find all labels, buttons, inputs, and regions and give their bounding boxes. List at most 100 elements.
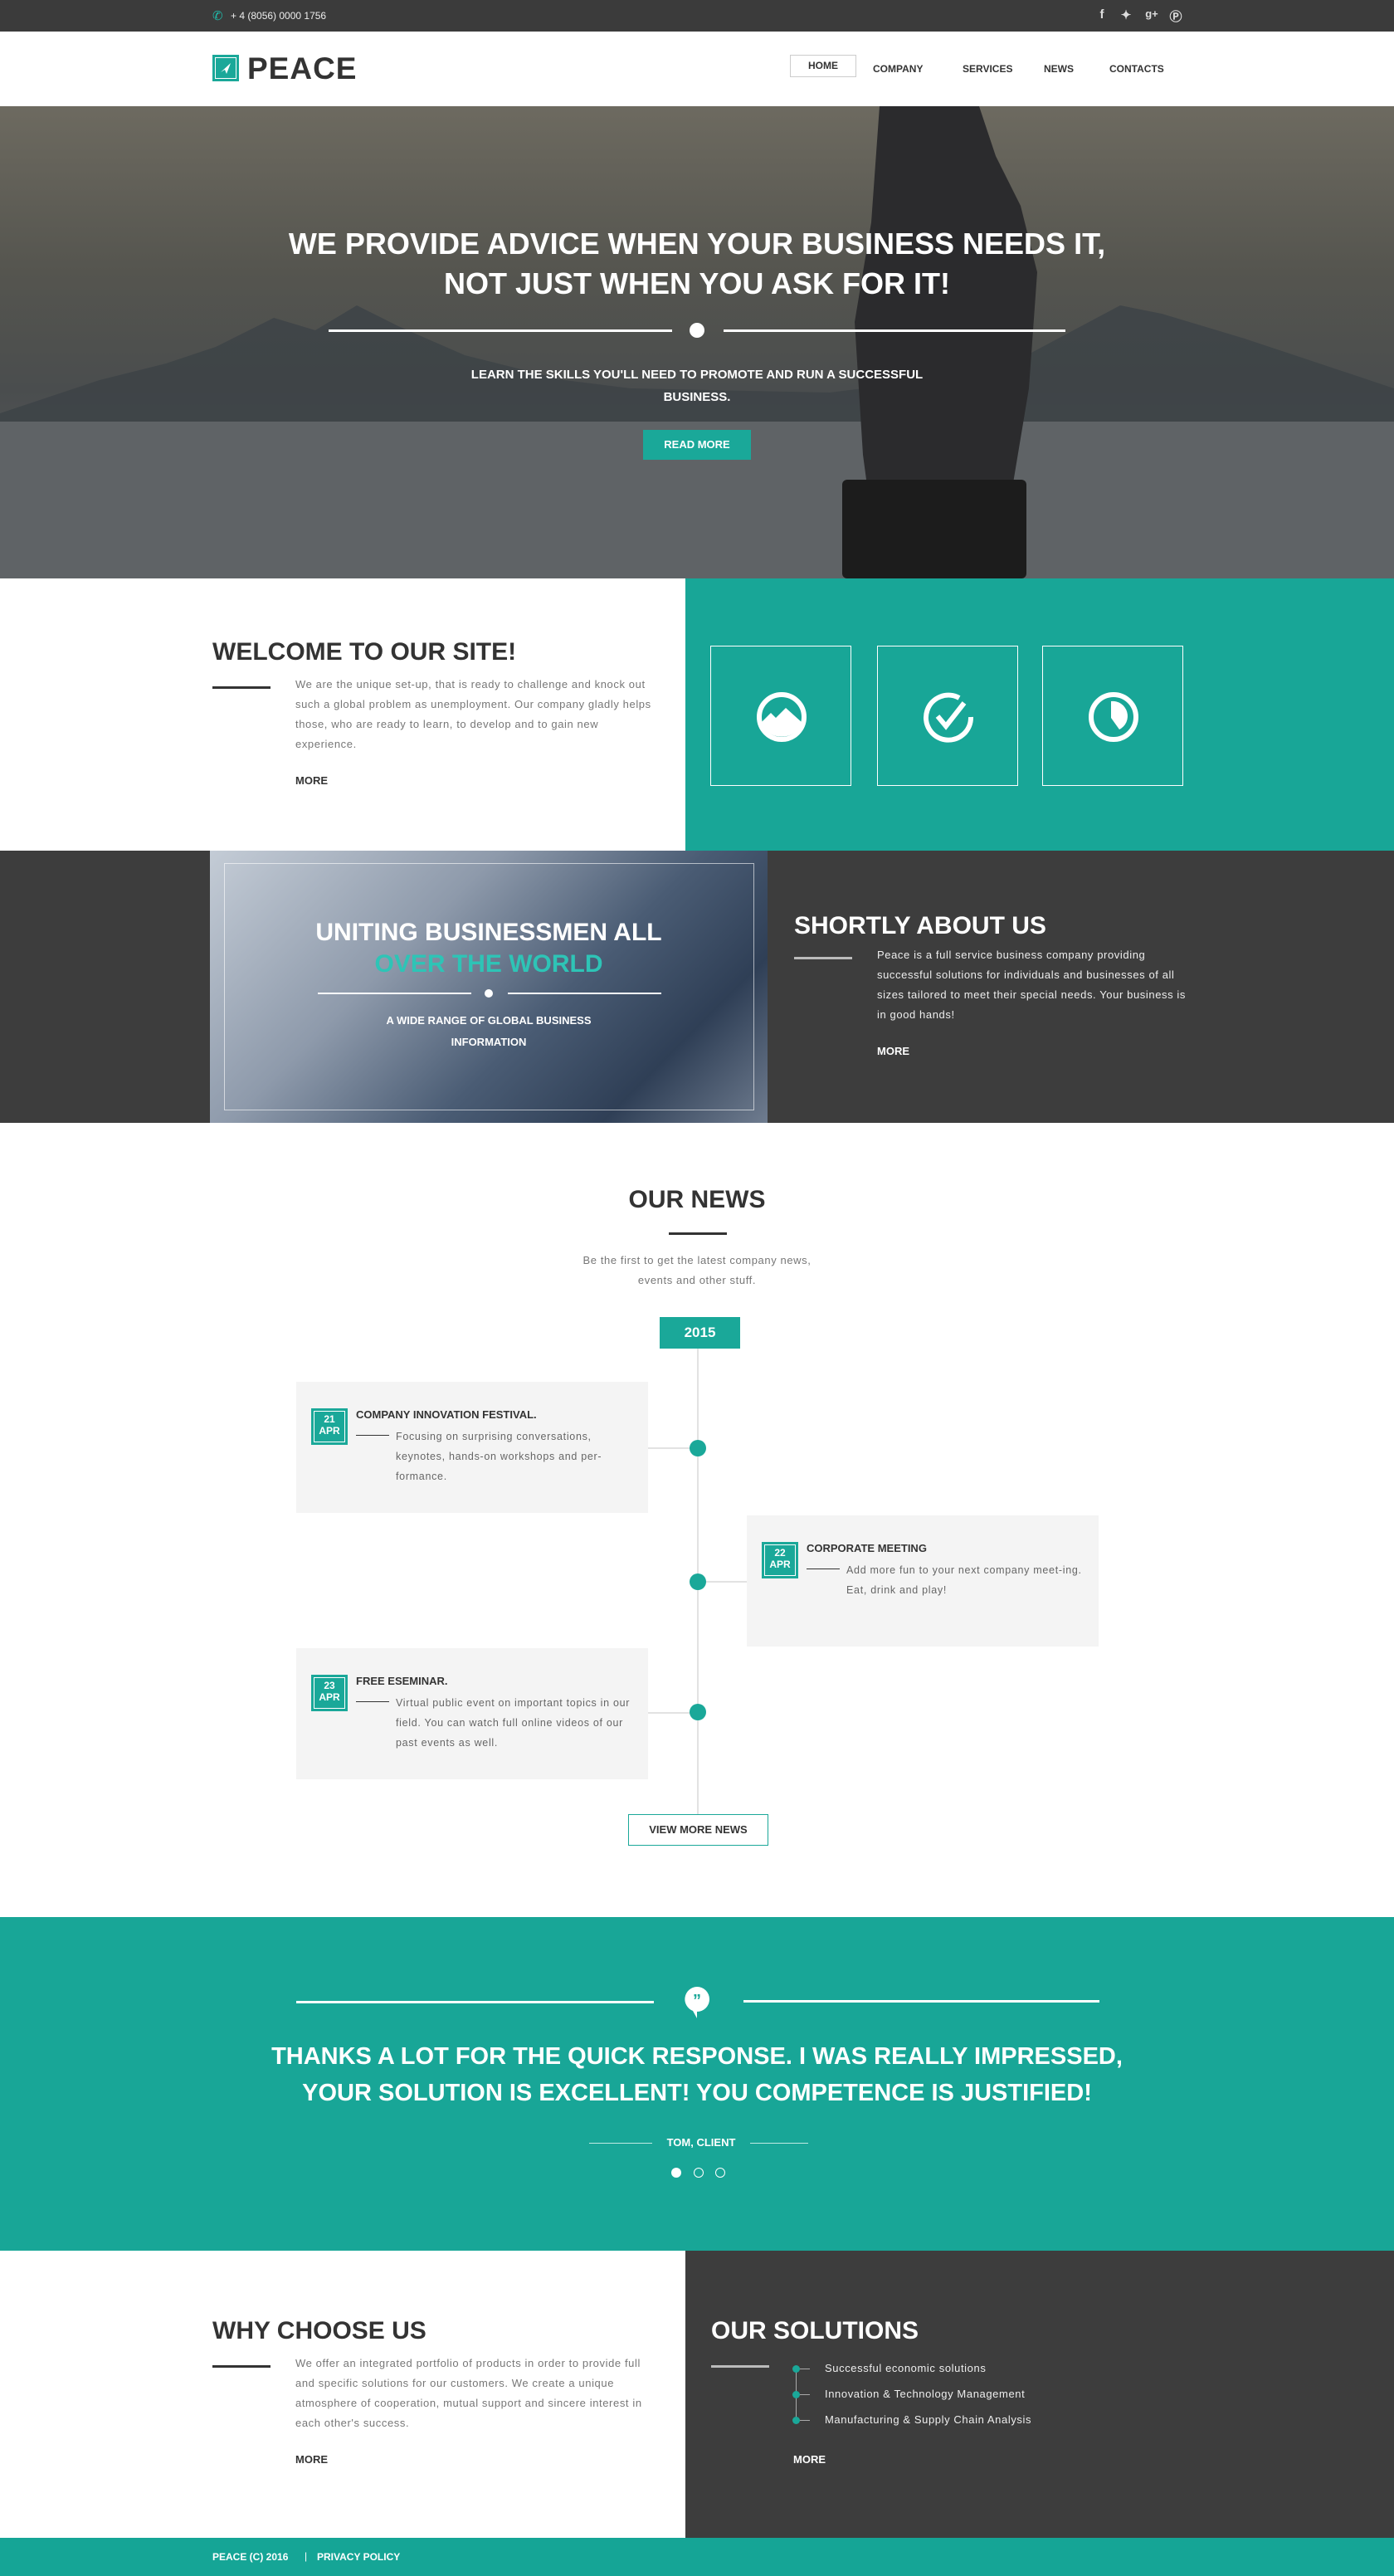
divider xyxy=(711,2365,769,2368)
phone-icon: ✆ xyxy=(212,9,223,23)
site-header: PEACE HOME COMPANY SERVICES NEWS CONTACT… xyxy=(0,32,1394,106)
news-card[interactable]: 21 APR COMPANY INNOVATION FESTIVAL. Focus… xyxy=(296,1382,648,1513)
pinterest-icon[interactable]: Ⓟ xyxy=(1167,7,1184,25)
divider xyxy=(743,2000,1099,2003)
welcome-section: WELCOME TO OUR SITE! We are the unique s… xyxy=(0,578,1394,851)
divider xyxy=(212,686,271,689)
read-more-button[interactable]: READ MORE xyxy=(643,430,751,460)
news-subtitle: Be the first to get the latest company n… xyxy=(582,1254,812,1286)
banner-title-line1: UNITING BUSINESSMEN ALL xyxy=(315,919,662,946)
quote-icon: ” xyxy=(685,1987,709,2018)
hero-banner: WE PROVIDE ADVICE WHEN YOUR BUSINESS NEE… xyxy=(0,106,1394,578)
divider xyxy=(212,2365,271,2368)
privacy-policy-link[interactable]: PRIVACY POLICY xyxy=(317,2551,400,2563)
news-card[interactable]: 22 APR CORPORATE MEETING Add more fun to … xyxy=(747,1515,1099,1647)
clock-icon xyxy=(1089,692,1138,742)
divider xyxy=(329,329,672,332)
nav-services[interactable]: SERVICES xyxy=(963,63,1012,75)
why-title: WHY CHOOSE US xyxy=(212,2317,426,2344)
banner-subtitle: A WIDE RANGE OF GLOBAL BUSINESS INFORMAT… xyxy=(386,1014,592,1048)
slider-dot[interactable] xyxy=(694,2168,704,2178)
solution-item[interactable]: Innovation & Technology Management xyxy=(825,2384,1025,2404)
news-title[interactable]: CORPORATE MEETING xyxy=(807,1542,927,1554)
year-badge: 2015 xyxy=(660,1317,740,1349)
solutions-panel: OUR SOLUTIONS Successful economic soluti… xyxy=(685,2251,1394,2538)
divider-dot xyxy=(485,989,493,998)
banner-frame xyxy=(224,863,754,1110)
copyright: PEACE (C) 2016 xyxy=(212,2551,289,2563)
check-icon xyxy=(924,692,974,743)
keyboard-banner-image: UNITING BUSINESSMEN ALL OVER THE WORLD A… xyxy=(210,851,768,1123)
solution-item[interactable]: Successful economic solutions xyxy=(825,2359,986,2378)
feature-box[interactable] xyxy=(710,646,851,786)
divider-dot xyxy=(690,323,704,338)
list-dot xyxy=(792,2391,800,2398)
solution-item[interactable]: Manufacturing & Supply Chain Analysis xyxy=(825,2410,1031,2430)
about-title: SHORTLY ABOUT US xyxy=(794,912,1046,939)
nav-contacts[interactable]: CONTACTS xyxy=(1109,63,1164,75)
logo-icon[interactable] xyxy=(212,55,239,81)
divider xyxy=(724,329,1065,332)
news-text: Add more fun to your next company meet-i… xyxy=(846,1564,1082,1596)
divider xyxy=(794,957,852,959)
why-text: We offer an integrated portfolio of prod… xyxy=(295,2357,642,2429)
timeline-dot xyxy=(690,1573,706,1590)
testimonial-section: ” THANKS A LOT FOR THE QUICK RESPONSE. I… xyxy=(0,1917,1394,2251)
list-tick xyxy=(800,2420,810,2421)
google-plus-icon[interactable]: g+ xyxy=(1143,7,1160,20)
timeline-dot xyxy=(690,1704,706,1720)
why-more-link[interactable]: MORE xyxy=(295,2453,328,2466)
about-more-link[interactable]: MORE xyxy=(877,1045,909,1057)
news-text: Virtual public event on important topics… xyxy=(396,1697,631,1749)
hero-title-line1: WE PROVIDE ADVICE WHEN YOUR BUSINESS NEE… xyxy=(288,227,1106,261)
nav-home[interactable]: HOME xyxy=(790,55,856,77)
welcome-text: We are the unique set-up, that is ready … xyxy=(295,678,651,750)
solutions-more-link[interactable]: MORE xyxy=(793,2453,826,2466)
divider xyxy=(669,1232,727,1235)
bottom-section: WHY CHOOSE US We offer an integrated por… xyxy=(0,2251,1394,2538)
features-panel xyxy=(685,578,1394,851)
news-card[interactable]: 23 APR FREE ESEMINAR. Virtual public even… xyxy=(296,1648,648,1779)
about-text: Peace is a full service business company… xyxy=(877,949,1187,1021)
about-section: UNITING BUSINESSMEN ALL OVER THE WORLD A… xyxy=(0,851,1394,1123)
date-badge: 21 APR xyxy=(311,1408,348,1445)
divider xyxy=(296,2001,654,2003)
hero-background-image xyxy=(0,106,1394,578)
timeline-dot xyxy=(690,1440,706,1456)
footer-separator: | xyxy=(305,2550,308,2562)
banner-title-line2: OVER THE WORLD xyxy=(374,950,603,978)
news-title: OUR NEWS xyxy=(628,1186,766,1213)
news-title[interactable]: COMPANY INNOVATION FESTIVAL. xyxy=(356,1408,537,1421)
facebook-icon[interactable]: f xyxy=(1094,7,1110,22)
divider xyxy=(356,1435,389,1436)
hero-subtitle: LEARN THE SKILLS YOU'LL NEED TO PROMOTE … xyxy=(470,368,924,404)
date-badge: 23 APR xyxy=(311,1675,348,1711)
divider xyxy=(508,993,661,994)
feature-box[interactable] xyxy=(1042,646,1183,786)
view-more-news-button[interactable]: VIEW MORE NEWS xyxy=(628,1814,768,1846)
svg-text:”: ” xyxy=(693,1992,701,2010)
welcome-more-link[interactable]: MORE xyxy=(295,774,328,787)
twitter-icon[interactable]: ✦ xyxy=(1118,7,1134,22)
quote-author: TOM, CLIENT xyxy=(666,2136,736,2149)
list-dot xyxy=(792,2365,800,2373)
list-tick xyxy=(800,2394,810,2395)
divider xyxy=(589,2143,652,2144)
news-text: Focusing on surprising conversations, ke… xyxy=(396,1431,602,1482)
nav-news[interactable]: NEWS xyxy=(1044,63,1074,75)
welcome-title: WELCOME TO OUR SITE! xyxy=(212,638,517,666)
mountain-icon xyxy=(757,692,807,742)
phone-number: + 4 (8056) 0000 1756 xyxy=(231,10,327,22)
date-badge: 22 APR xyxy=(762,1542,798,1578)
slider-dot-active[interactable] xyxy=(671,2168,681,2178)
divider xyxy=(356,1701,389,1702)
feature-box[interactable] xyxy=(877,646,1018,786)
divider xyxy=(750,2143,808,2144)
nav-company[interactable]: COMPANY xyxy=(873,63,923,75)
logo-text[interactable]: PEACE xyxy=(247,51,357,86)
slider-dot[interactable] xyxy=(715,2168,725,2178)
quote-line2: YOUR SOLUTION IS EXCELLENT! YOU COMPETEN… xyxy=(302,2080,1092,2106)
news-title[interactable]: FREE ESEMINAR. xyxy=(356,1675,448,1687)
divider xyxy=(318,993,471,994)
footer: PEACE (C) 2016 | PRIVACY POLICY xyxy=(0,2538,1394,2576)
